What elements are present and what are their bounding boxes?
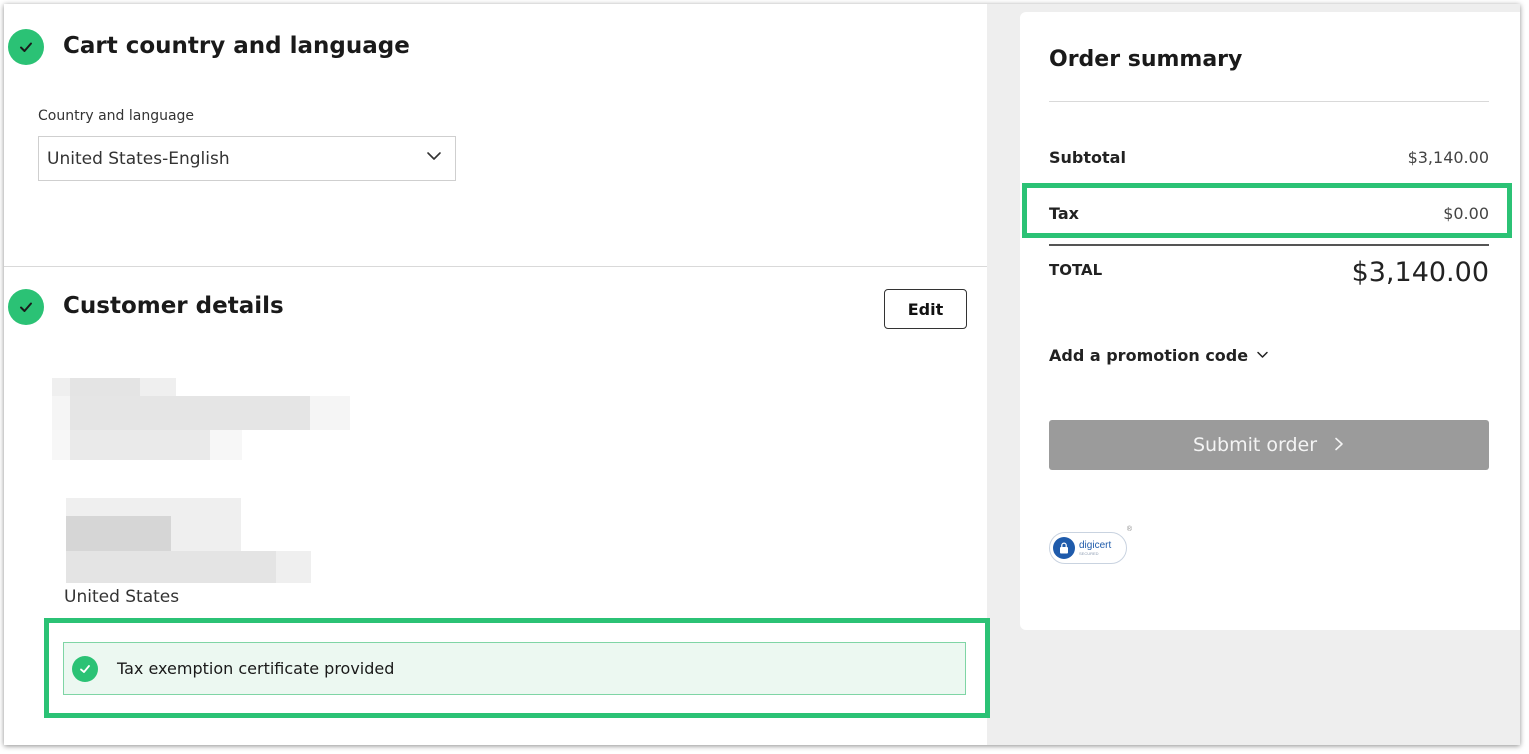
customer-section-title: Customer details [63,293,284,319]
tax-exemption-text: Tax exemption certificate provided [117,659,395,678]
promotion-code-toggle[interactable]: Add a promotion code [1049,346,1269,365]
edit-customer-button[interactable]: Edit [884,289,967,329]
order-summary-card: Order summary Subtotal $3,140.00 Tax $0.… [1020,12,1520,630]
total-divider [1049,244,1489,246]
order-summary-title: Order summary [1049,47,1243,72]
customer-section-check-icon [8,289,44,325]
lock-icon [1053,537,1075,559]
digicert-secured-badge[interactable]: digicert SECURED ® [1049,526,1132,564]
chevron-down-icon [425,147,443,170]
submit-order-label: Submit order [1192,434,1318,456]
digicert-subtext: SECURED [1079,550,1099,556]
country-language-select[interactable]: United States-English [38,136,456,181]
digicert-brand: digicert [1079,539,1112,551]
country-language-label: Country and language [38,108,195,124]
promotion-code-label: Add a promotion code [1049,346,1249,365]
tax-exemption-check-icon [72,655,98,682]
country-language-value: United States-English [47,148,230,169]
total-value: $3,140.00 [1351,257,1489,288]
subtotal-value: $3,140.00 [1407,148,1489,167]
section-divider [4,266,987,267]
customer-country: United States [64,587,180,607]
tax-exemption-banner: Tax exemption certificate provided [63,642,966,695]
cart-section-title: Cart country and language [63,33,410,59]
registered-mark: ® [1126,526,1132,533]
chevron-down-icon [1256,346,1269,365]
submit-order-button[interactable]: Submit order [1049,420,1489,470]
tax-row-highlight [1022,183,1512,238]
checkout-frame: Cart country and language Country and la… [4,4,1520,745]
cart-section-check-icon [8,29,44,65]
summary-divider [1049,101,1489,102]
checkout-left-panel: Cart country and language Country and la… [4,4,990,745]
subtotal-label: Subtotal [1049,148,1126,167]
chevron-right-icon [1333,434,1345,456]
total-label: TOTAL [1049,261,1103,279]
